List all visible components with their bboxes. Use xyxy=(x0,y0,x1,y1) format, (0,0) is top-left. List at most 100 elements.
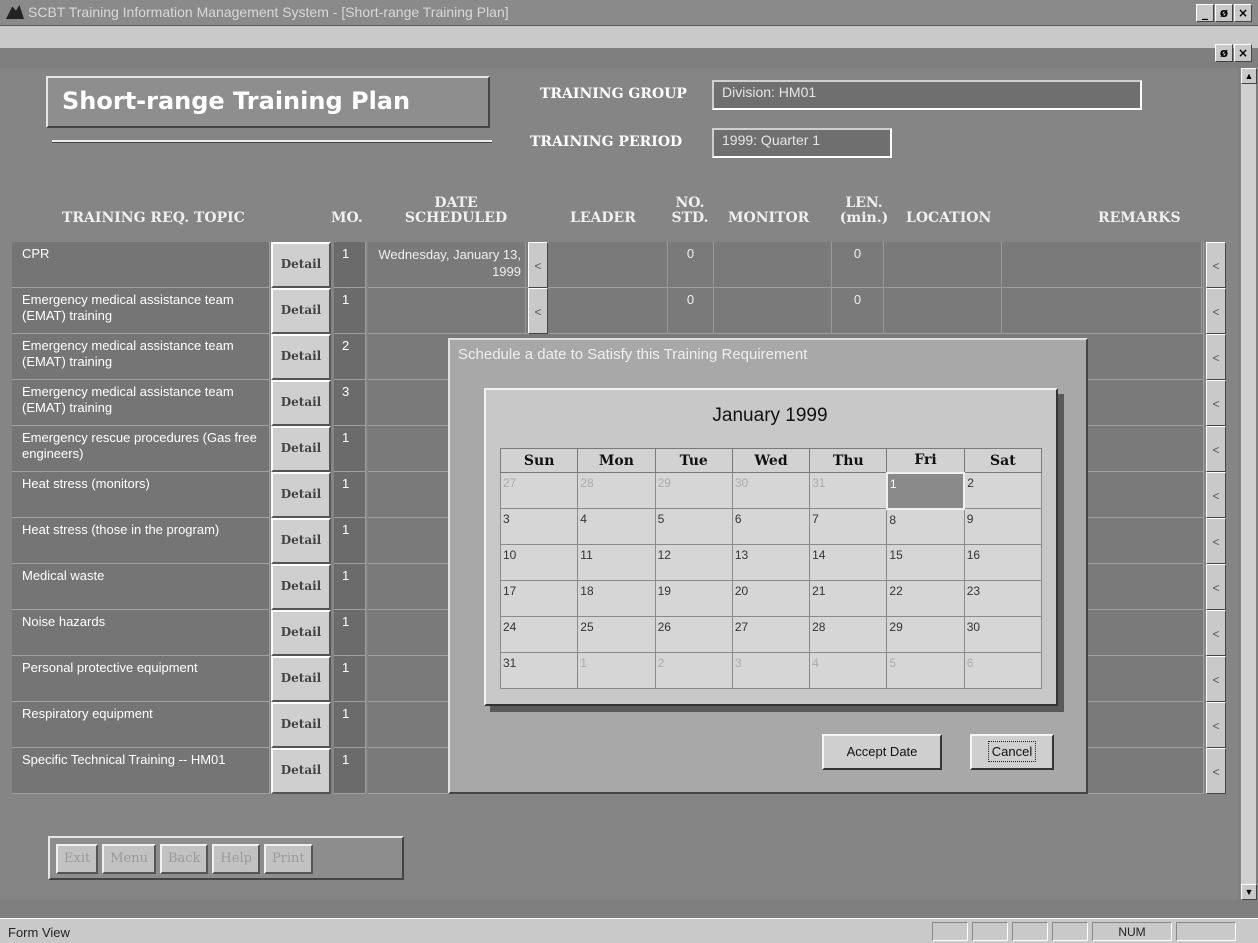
calendar-day[interactable]: 22 xyxy=(886,580,965,617)
calendar-day[interactable]: 7 xyxy=(809,508,888,545)
date-scheduled-cell[interactable] xyxy=(368,288,526,334)
help-button[interactable]: Help xyxy=(212,844,260,874)
calendar-day[interactable]: 16 xyxy=(963,544,1043,581)
length-cell[interactable]: 0 xyxy=(832,288,884,334)
calendar-day[interactable]: 1 xyxy=(577,652,656,689)
detail-button[interactable]: Detail xyxy=(271,702,331,748)
calendar-day[interactable]: 3 xyxy=(499,508,579,545)
calendar-day[interactable]: 27 xyxy=(499,472,579,509)
cancel-button[interactable]: Cancel xyxy=(970,734,1054,770)
detail-button[interactable]: Detail xyxy=(271,610,331,656)
remarks-lookup-button[interactable]: < xyxy=(1206,472,1226,518)
calendar-day[interactable]: 31 xyxy=(499,652,579,689)
calendar-day[interactable]: 6 xyxy=(731,508,811,545)
calendar-day[interactable]: 30 xyxy=(963,616,1043,653)
minimize-button[interactable]: _ xyxy=(1196,4,1214,22)
no-std-cell[interactable]: 0 xyxy=(668,288,714,334)
detail-button[interactable]: Detail xyxy=(271,288,331,334)
remarks-cell[interactable] xyxy=(1002,242,1202,288)
training-period-field[interactable]: 1999: Quarter 1 xyxy=(712,128,892,158)
calendar-day[interactable]: 27 xyxy=(731,616,811,653)
remarks-lookup-button[interactable]: < xyxy=(1206,288,1226,334)
remarks-cell[interactable] xyxy=(1002,288,1202,334)
calendar-day[interactable]: 4 xyxy=(577,508,656,545)
calendar-day[interactable]: 14 xyxy=(809,544,888,581)
calendar-day[interactable]: 4 xyxy=(809,652,888,689)
calendar-day[interactable]: 10 xyxy=(499,544,579,581)
mdi-close-button[interactable]: × xyxy=(1234,44,1252,62)
remarks-lookup-button[interactable]: < xyxy=(1206,748,1226,794)
calendar-day[interactable]: 1 xyxy=(885,471,966,510)
calendar-day[interactable]: 18 xyxy=(577,580,656,617)
exit-button[interactable]: Exit xyxy=(56,844,99,874)
remarks-lookup-button[interactable]: < xyxy=(1206,426,1226,472)
calendar-day[interactable]: 17 xyxy=(499,580,579,617)
calendar-day[interactable]: 15 xyxy=(886,544,965,581)
calendar-day[interactable]: 5 xyxy=(886,652,965,689)
calendar-day[interactable]: 28 xyxy=(809,616,888,653)
accept-date-button[interactable]: Accept Date xyxy=(822,734,942,770)
calendar-day[interactable]: 20 xyxy=(731,580,811,617)
detail-button[interactable]: Detail xyxy=(271,426,331,472)
calendar-day[interactable]: 8 xyxy=(886,508,965,545)
location-cell[interactable] xyxy=(884,242,1002,288)
print-button[interactable]: Print xyxy=(263,844,313,874)
calendar-day[interactable]: 19 xyxy=(654,580,733,617)
calendar-day[interactable]: 13 xyxy=(731,544,811,581)
detail-button[interactable]: Detail xyxy=(271,334,331,380)
detail-button[interactable]: Detail xyxy=(271,242,331,288)
date-scheduled-cell[interactable]: Wednesday, January 13, 1999 xyxy=(368,242,526,288)
calendar-day[interactable]: 24 xyxy=(499,616,579,653)
no-std-cell[interactable]: 0 xyxy=(668,242,714,288)
monitor-cell[interactable] xyxy=(714,288,832,334)
vertical-scrollbar[interactable]: ▲ ▼ xyxy=(1240,68,1257,900)
remarks-lookup-button[interactable]: < xyxy=(1206,242,1226,288)
menu-button[interactable]: Menu xyxy=(102,844,156,874)
calendar-day[interactable]: 2 xyxy=(963,472,1043,509)
date-picker-button[interactable]: < xyxy=(528,242,548,288)
calendar-day[interactable]: 29 xyxy=(654,472,733,509)
calendar-day[interactable]: 2 xyxy=(654,652,733,689)
calendar-day[interactable]: 6 xyxy=(963,652,1043,689)
leader-cell[interactable] xyxy=(550,242,668,288)
calendar-day[interactable]: 28 xyxy=(577,472,656,509)
detail-button[interactable]: Detail xyxy=(271,564,331,610)
calendar-day[interactable]: 21 xyxy=(809,580,888,617)
detail-button[interactable]: Detail xyxy=(271,472,331,518)
detail-button[interactable]: Detail xyxy=(271,380,331,426)
location-cell[interactable] xyxy=(884,288,1002,334)
detail-button[interactable]: Detail xyxy=(271,656,331,702)
calendar-day[interactable]: 25 xyxy=(577,616,656,653)
mdi-restore-button[interactable]: ø xyxy=(1215,44,1233,62)
remarks-lookup-button[interactable]: < xyxy=(1206,564,1226,610)
back-button[interactable]: Back xyxy=(159,844,209,874)
remarks-lookup-button[interactable]: < xyxy=(1206,334,1226,380)
length-cell[interactable]: 0 xyxy=(832,242,884,288)
detail-button[interactable]: Detail xyxy=(271,518,331,564)
leader-cell[interactable] xyxy=(550,288,668,334)
calendar-day[interactable]: 26 xyxy=(654,616,733,653)
remarks-lookup-button[interactable]: < xyxy=(1206,518,1226,564)
remarks-lookup-button[interactable]: < xyxy=(1206,656,1226,702)
calendar-day[interactable]: 12 xyxy=(654,544,733,581)
scroll-up-icon[interactable]: ▲ xyxy=(1241,68,1257,84)
restore-button[interactable]: ø xyxy=(1215,4,1233,22)
calendar-day[interactable]: 23 xyxy=(963,580,1043,617)
date-picker-button[interactable]: < xyxy=(528,288,548,334)
remarks-lookup-button[interactable]: < xyxy=(1206,380,1226,426)
calendar-day[interactable]: 29 xyxy=(886,616,965,653)
calendar-day[interactable]: 30 xyxy=(731,472,811,509)
calendar-day[interactable]: 31 xyxy=(809,472,888,509)
calendar-day[interactable]: 3 xyxy=(731,652,811,689)
remarks-lookup-button[interactable]: < xyxy=(1206,610,1226,656)
scroll-down-icon[interactable]: ▼ xyxy=(1241,884,1257,900)
training-group-field[interactable]: Division: HM01 xyxy=(712,80,1142,110)
calendar-day[interactable]: 5 xyxy=(654,508,733,545)
calendar-day[interactable]: 9 xyxy=(963,508,1043,545)
detail-button[interactable]: Detail xyxy=(271,748,331,794)
monitor-cell[interactable] xyxy=(714,242,832,288)
remarks-lookup-button[interactable]: < xyxy=(1206,702,1226,748)
calendar-day[interactable]: 11 xyxy=(577,544,656,581)
month-cell: 3 xyxy=(334,380,366,426)
close-button[interactable]: × xyxy=(1234,4,1252,22)
